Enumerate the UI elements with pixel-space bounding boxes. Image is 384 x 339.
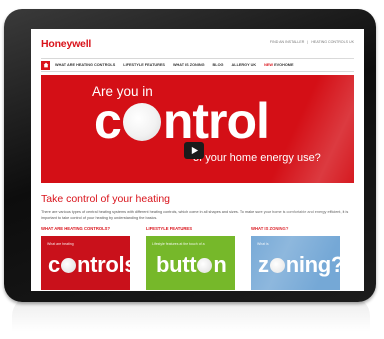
column-heading-zoning[interactable]: WHAT IS ZONING?: [251, 226, 288, 231]
link-separator: |: [307, 40, 309, 44]
site-header: Honeywell FIND AN INSTALLER | HEATING CO…: [41, 38, 354, 58]
card-caption: What are heating: [47, 242, 74, 246]
home-button[interactable]: [41, 60, 50, 70]
card-caption: What is: [257, 242, 269, 246]
hero-headline: c ntrol: [94, 93, 270, 149]
hero-headline-suffix: ntrol: [162, 93, 270, 149]
card-headline-prefix: c: [48, 252, 60, 277]
section-title: Take control of your heating: [41, 193, 170, 205]
hero-line3: of your home energy use?: [193, 152, 321, 164]
nav-item-heating-controls[interactable]: WHAT ARE HEATING CONTROLS: [55, 63, 115, 67]
house-icon: [43, 62, 48, 68]
dial-icon: [60, 258, 76, 273]
nav-item-allergy-uk[interactable]: ALLERGY UK: [232, 63, 257, 67]
new-badge: NEW: [264, 63, 273, 67]
thermostat-dial-icon: [122, 103, 161, 141]
tablet-screen: Honeywell FIND AN INSTALLER | HEATING CO…: [31, 29, 364, 291]
nav-item-zoning[interactable]: WHAT IS ZONING: [173, 63, 205, 67]
nav-item-blog[interactable]: BLOG: [213, 63, 224, 67]
dial-icon: [269, 258, 285, 273]
intro-paragraph: There are various types of central heati…: [41, 210, 349, 220]
nav-item-evohome[interactable]: NEW EVOHOME: [264, 63, 293, 67]
honeywell-logo[interactable]: Honeywell: [41, 38, 91, 50]
tablet-device: Honeywell FIND AN INSTALLER | HEATING CO…: [4, 9, 376, 302]
hero-video-banner[interactable]: Are you in c ntrol of your home energy us…: [41, 75, 354, 183]
card-headline-suffix: ning?: [285, 252, 340, 277]
card-headline: c ntrols?: [48, 252, 130, 278]
hero-headline-prefix: c: [94, 93, 122, 149]
zoning-card[interactable]: What is z ning?: [251, 236, 340, 290]
card-headline: butt n: [156, 252, 227, 278]
card-headline-prefix: z: [258, 252, 269, 277]
card-headline-prefix: butt: [156, 252, 197, 277]
play-button[interactable]: [184, 142, 204, 159]
column-heading-lifestyle-features[interactable]: LIFESTYLE FEATURES: [146, 226, 192, 231]
top-links: FIND AN INSTALLER | HEATING CONTROLS UK: [268, 40, 354, 44]
column-heading-heating-controls[interactable]: WHAT ARE HEATING CONTROLS?: [41, 226, 110, 231]
card-headline-suffix: n: [213, 252, 227, 277]
card-headline: z ning?: [258, 252, 340, 278]
lifestyle-card[interactable]: Lifestyle features at the touch of a but…: [146, 236, 235, 290]
card-headline-suffix: ntrols?: [76, 252, 130, 277]
find-installer-link[interactable]: FIND AN INSTALLER: [270, 40, 304, 44]
nav-item-lifestyle-features[interactable]: LIFESTYLE FEATURES: [123, 63, 165, 67]
play-icon: [191, 146, 198, 155]
dial-icon: [197, 258, 213, 273]
nav-item-evohome-label: EVOHOME: [274, 63, 294, 67]
heating-controls-uk-link[interactable]: HEATING CONTROLS UK: [311, 40, 354, 44]
card-caption: Lifestyle features at the touch of a: [152, 242, 205, 246]
main-nav: WHAT ARE HEATING CONTROLS LIFESTYLE FEAT…: [41, 58, 354, 72]
controls-card[interactable]: What are heating c ntrols?: [41, 236, 130, 290]
